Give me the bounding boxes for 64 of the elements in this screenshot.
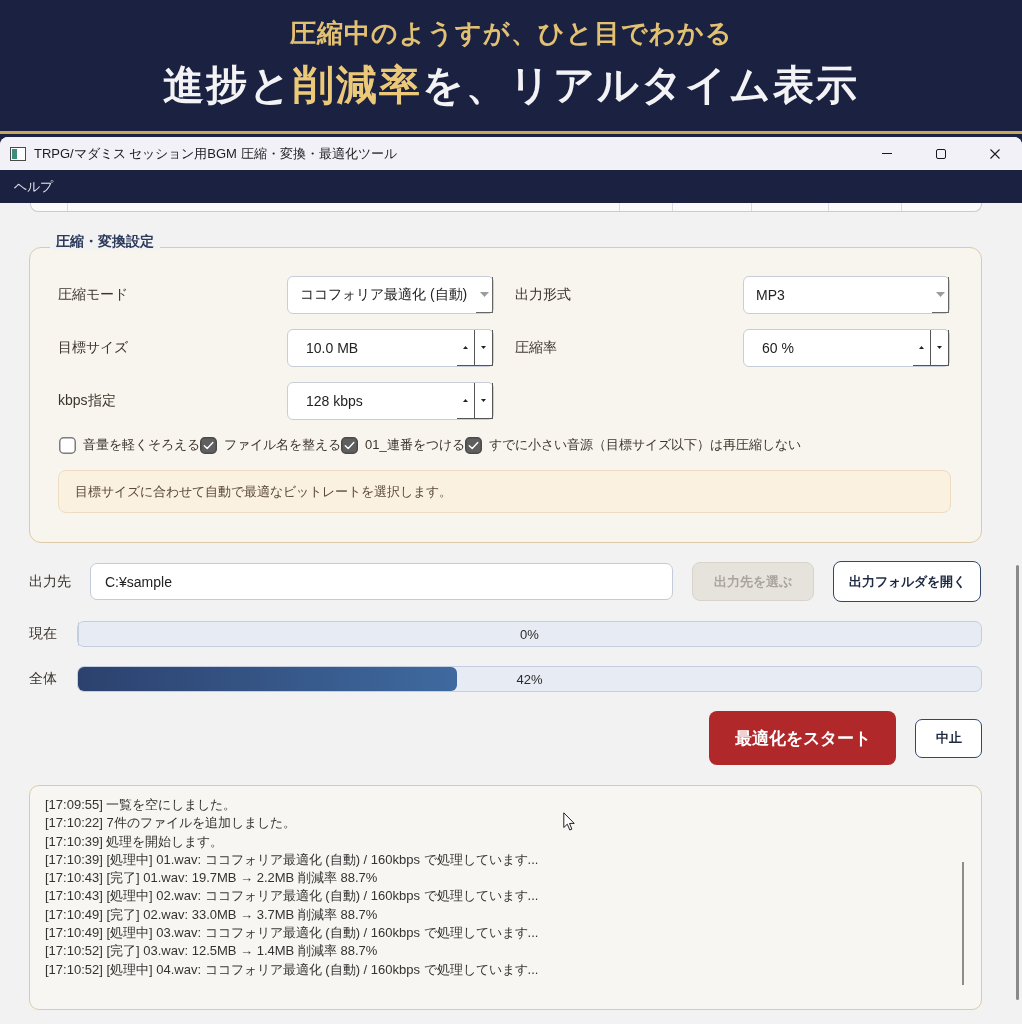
checkbox[interactable]	[341, 436, 358, 454]
field-label: 目標サイズ	[58, 339, 128, 357]
caret-down-icon	[481, 346, 486, 349]
checkbox[interactable]	[200, 436, 217, 454]
log-line: [17:10:43] [完了] 01.wav: 19.7MB → 2.2MB 削減率 88.7%	[45, 869, 378, 888]
caret-down-icon	[481, 399, 486, 402]
banner-subtitle: 圧縮中のようすが、ひと目でわかる	[289, 17, 733, 50]
close-icon	[990, 148, 1000, 159]
caret-down-icon	[935, 292, 945, 297]
spin-box[interactable]: 60 %	[743, 329, 950, 367]
checkbox-label: 音量を軽くそろえる	[83, 436, 200, 454]
checkbox[interactable]	[464, 436, 482, 454]
menu-item[interactable]: ヘルプ	[14, 177, 53, 196]
field-label: 圧縮率	[515, 339, 557, 357]
input-field[interactable]: C:¥sample	[90, 563, 673, 600]
stop-button[interactable]: 中止	[915, 718, 982, 758]
window-icon	[10, 146, 26, 161]
checkbox[interactable]	[59, 436, 76, 454]
log-line: [17:10:52] [処理中] 04.wav: ココフォリア最適化 (自動) / 160kbps で処理しています...	[45, 960, 539, 979]
spin-box[interactable]: 128 kbps	[287, 382, 494, 420]
minimize-icon	[882, 153, 892, 154]
info-message: 目標サイズに合わせて自動で最適なビットレートを選択します。	[58, 470, 951, 513]
spin-box[interactable]: 10.0 MB	[287, 329, 494, 367]
log-line: [17:10:49] [完了] 02.wav: 33.0MB → 3.7MB 削減率 88.7%	[45, 905, 378, 924]
maximize-icon	[936, 148, 946, 159]
field-label: 圧縮モード	[58, 286, 128, 304]
field-label: 出力形式	[515, 286, 571, 304]
log-line: [17:10:43] [処理中] 02.wav: ココフォリア最適化 (自動) / 160kbps で処理しています...	[45, 887, 539, 906]
scrollbar-thumb[interactable]	[962, 862, 964, 985]
dropdown[interactable]: ココフォリア最適化 (自動)	[287, 276, 494, 314]
scrollbar-thumb[interactable]	[1016, 565, 1019, 1000]
spin-up-button[interactable]	[457, 383, 475, 419]
progress-text: 0%	[520, 626, 539, 642]
log-line: [17:10:52] [完了] 03.wav: 12.5MB → 1.4MB 削減率 88.7%	[45, 942, 378, 961]
banner-headline: 進捗と 削減率を、リアルタイム表示	[163, 61, 859, 109]
checkbox-label: ファイル名を整える	[224, 436, 341, 454]
spin-up-button[interactable]	[913, 330, 931, 366]
spin-down-button[interactable]	[931, 330, 949, 366]
field-label: kbps指定	[58, 392, 116, 410]
progress-text: 42%	[516, 671, 543, 687]
caret-up-icon	[463, 346, 468, 349]
log-line: [17:10:39] 処理を開始します。	[45, 832, 224, 851]
progress-label: 全体	[29, 670, 58, 688]
log-line: [17:10:39] [処理中] 01.wav: ココフォリア最適化 (自動) / 160kbps で処理しています...	[45, 850, 539, 869]
start-button[interactable]: 最適化をスタート	[709, 711, 896, 765]
spin-down-button[interactable]	[475, 330, 493, 366]
open-folder-button[interactable]: 出力フォルダを開く	[833, 561, 981, 602]
caret-up-icon	[919, 346, 924, 349]
mouse-pointer-icon	[563, 812, 575, 831]
caret-down-icon	[479, 292, 489, 297]
checkbox-label: すでに小さい音源（目標サイズ以下）は再圧縮しない	[488, 436, 801, 454]
log-line: [17:10:49] [処理中] 03.wav: ココフォリア最適化 (自動) / 160kbps で処理しています...	[45, 924, 539, 943]
log-line: [17:09:55] 一覧を空にしました。	[45, 796, 237, 814]
progress-label: 現在	[29, 625, 58, 643]
spin-up-button[interactable]	[457, 330, 475, 366]
checkbox-label: 01_連番をつける	[365, 436, 465, 454]
spin-down-button[interactable]	[475, 383, 493, 419]
dropdown[interactable]: MP3	[743, 276, 950, 314]
group-title: 圧縮・変換設定	[50, 232, 160, 250]
caret-up-icon	[463, 399, 468, 402]
window-title: TRPG/マダミス セッション用BGM 圧縮・変換・最適化ツール	[34, 144, 397, 163]
log-line: [17:10:22] 7件のファイルを追加しました。	[45, 814, 296, 833]
field-label: 出力先	[29, 572, 72, 591]
caret-down-icon	[937, 346, 942, 349]
